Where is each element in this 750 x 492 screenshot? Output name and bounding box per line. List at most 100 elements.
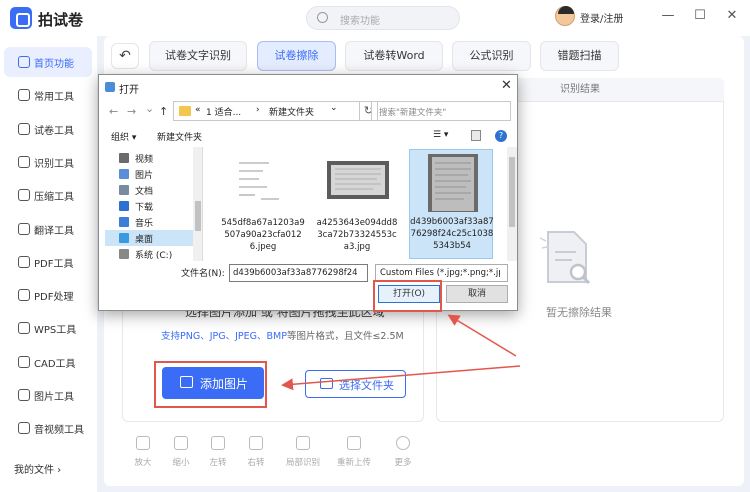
select-folder-button[interactable]: 选择文件夹 (305, 370, 406, 398)
filename-label: 文件名(N): (181, 269, 225, 279)
back-button[interactable]: ↶ (111, 43, 139, 69)
toolbar-item-5[interactable]: 重新上传 (333, 436, 375, 468)
sidebar-item-9[interactable]: CAD工具 (4, 347, 92, 377)
dialog-search-input[interactable]: 搜索"新建文件夹" (371, 101, 511, 121)
toolbar-item-0[interactable]: 放大 (128, 436, 158, 468)
cancel-button[interactable]: 取消 (446, 285, 508, 303)
filename-input[interactable]: d439b6003af33a8776298f24c25 (229, 264, 368, 282)
up-arrow-icon[interactable]: ↑ (159, 105, 168, 118)
toolbar-item-6[interactable]: 更多 (388, 436, 418, 468)
sidebar-item-label: 图片工具 (34, 392, 74, 403)
tree-folder-icon (119, 185, 129, 195)
sidebar-item-8[interactable]: WPS工具 (4, 313, 92, 343)
view-menu-icon[interactable]: ☰ ▾ (433, 130, 448, 140)
sidebar-item-label: 常用工具 (34, 92, 74, 104)
back-arrow-icon[interactable]: ← (109, 105, 118, 118)
search-icon (317, 12, 328, 23)
file-item[interactable]: a4253643e094dd83ca72b73324553ca3.jpg (315, 151, 399, 257)
file-thumbnail-photo (428, 154, 478, 212)
file-thumbnail-formula (233, 155, 295, 213)
tree-item[interactable]: 图片 (105, 166, 193, 182)
tree-scrollbar-thumb[interactable] (195, 201, 201, 231)
file-item-selected[interactable]: d439b6003af33a8776298f24c25c10385343b54 (409, 149, 494, 259)
history-dropdown-icon[interactable]: ⌄ (145, 102, 154, 115)
zoom-in-icon (136, 436, 150, 450)
dialog-app-icon (105, 82, 115, 92)
sidebar-item-label: 翻译工具 (34, 225, 74, 237)
file-name: d439b6003af33a8776298f24c25c10385343b54 (410, 217, 494, 251)
toolbar-item-4[interactable]: 局部识别 (282, 436, 324, 468)
dialog-title: 打开 (119, 85, 139, 96)
sidebar-item-1[interactable]: 常用工具 (4, 80, 92, 110)
preview-pane-icon[interactable] (471, 130, 481, 141)
dialog-command-bar: 组织 ▾ 新建文件夹 ☰ ▾ ? (99, 127, 519, 145)
close-button[interactable]: ✕ (724, 8, 740, 23)
new-folder-button[interactable]: 新建文件夹 (157, 130, 202, 143)
wps-icon (18, 322, 30, 335)
dialog-nav-row: ← → ⌄ ↑ « 1 适合... › 新建文件夹 ⌄ ↻ 搜索"新建文件夹" (99, 101, 519, 125)
format-limit: 等图片格式，且文件≤2.5M (286, 331, 404, 342)
sidebar-item-10[interactable]: 图片工具 (4, 380, 92, 410)
login-link[interactable]: 登录/注册 (580, 10, 623, 25)
toolbar-item-1[interactable]: 缩小 (166, 436, 196, 468)
dialog-close-icon[interactable]: ✕ (501, 78, 512, 93)
tree-item-label: 下载 (135, 203, 154, 213)
image-icon (18, 389, 30, 401)
maximize-button[interactable]: ☐ (692, 8, 708, 23)
sidebar-item-3[interactable]: 识别工具 (4, 147, 92, 177)
sidebar-item-11[interactable]: 音视频工具 (4, 413, 92, 443)
tree-item[interactable]: 视频 (105, 150, 193, 166)
file-thumbnail-photo (327, 161, 389, 199)
sidebar-item-2[interactable]: 试卷工具 (4, 114, 92, 144)
breadcrumb-2[interactable]: 新建文件夹 (269, 105, 314, 118)
tree-item[interactable]: 文档 (105, 182, 193, 198)
tab-to-word[interactable]: 试卷转Word (345, 41, 443, 71)
address-bar[interactable]: « 1 适合... › 新建文件夹 ⌄ (173, 101, 360, 121)
search-box[interactable]: 搜索功能 (306, 6, 460, 30)
sidebar-item-label: 音视频工具 (34, 425, 84, 437)
empty-result-text: 暂无擦除结果 (546, 306, 612, 319)
pdf-process-icon (18, 289, 30, 302)
tab-erase[interactable]: 试卷擦除 (257, 41, 336, 71)
file-item[interactable]: 545df8a67a1203a9507a90a23cfa0126.jpeg (221, 151, 305, 257)
breadcrumb-sep: › (256, 105, 260, 115)
tree-item-label: 文档 (135, 187, 154, 197)
minimize-button[interactable]: — (660, 8, 676, 23)
tree-item[interactable]: 系统 (C:) (105, 246, 193, 261)
sidebar-item-0[interactable]: 首页功能 (4, 47, 92, 77)
toolbar-item-3[interactable]: 右转 (241, 436, 271, 468)
paper-icon (18, 122, 30, 135)
toolbar-item-label: 缩小 (172, 458, 190, 468)
tree-folder-icon (119, 249, 129, 259)
sidebar-item-5[interactable]: 翻译工具 (4, 214, 92, 244)
tab-formula[interactable]: 公式识别 (452, 41, 531, 71)
tree-item-label: 音乐 (135, 219, 154, 229)
tree-folder-icon (119, 201, 129, 211)
format-hint: 支持PNG、JPG、JPEG、BMP等图片格式，且文件≤2.5M (161, 328, 404, 342)
sidebar-item-6[interactable]: PDF工具 (4, 247, 92, 277)
sidebar-item-4[interactable]: 压缩工具 (4, 180, 92, 210)
help-icon[interactable]: ? (495, 130, 507, 142)
navigation-tree: 视频 图片文档下载音乐桌面 系统 (C:) (99, 147, 203, 261)
toolbar-item-label: 右转 (247, 458, 265, 468)
tree-item[interactable]: 下载 (105, 198, 193, 214)
file-name: a4253643e094dd83ca72b73324553ca3.jpg (316, 218, 398, 252)
breadcrumb-1[interactable]: 1 适合... (206, 105, 241, 118)
my-files-link[interactable]: 我的文件 › (14, 461, 61, 476)
tree-item[interactable]: 音乐 (105, 214, 193, 230)
filename-value: d439b6003af33a8776298f24c25 (233, 268, 357, 278)
tree-item-label: 桌面 (135, 235, 154, 245)
files-scrollbar-thumb[interactable] (509, 157, 515, 227)
open-file-dialog: 打开 ✕ ← → ⌄ ↑ « 1 适合... › 新建文件夹 ⌄ ↻ 搜索"新建… (98, 74, 519, 312)
address-dropdown-icon[interactable]: ⌄ (330, 103, 338, 113)
tree-item-label: 视频 (135, 155, 154, 165)
forward-arrow-icon[interactable]: → (127, 105, 136, 118)
toolbar-item-2[interactable]: 左转 (203, 436, 233, 468)
organize-menu[interactable]: 组织 ▾ (111, 130, 136, 143)
cad-icon (18, 355, 30, 368)
tab-wrong-question-scan[interactable]: 错题扫描 (540, 41, 619, 71)
avatar[interactable] (555, 6, 575, 26)
sidebar-item-7[interactable]: PDF处理 (4, 280, 92, 310)
tab-text-recognition[interactable]: 试卷文字识别 (149, 41, 247, 71)
tree-item[interactable]: 桌面 (105, 230, 193, 246)
